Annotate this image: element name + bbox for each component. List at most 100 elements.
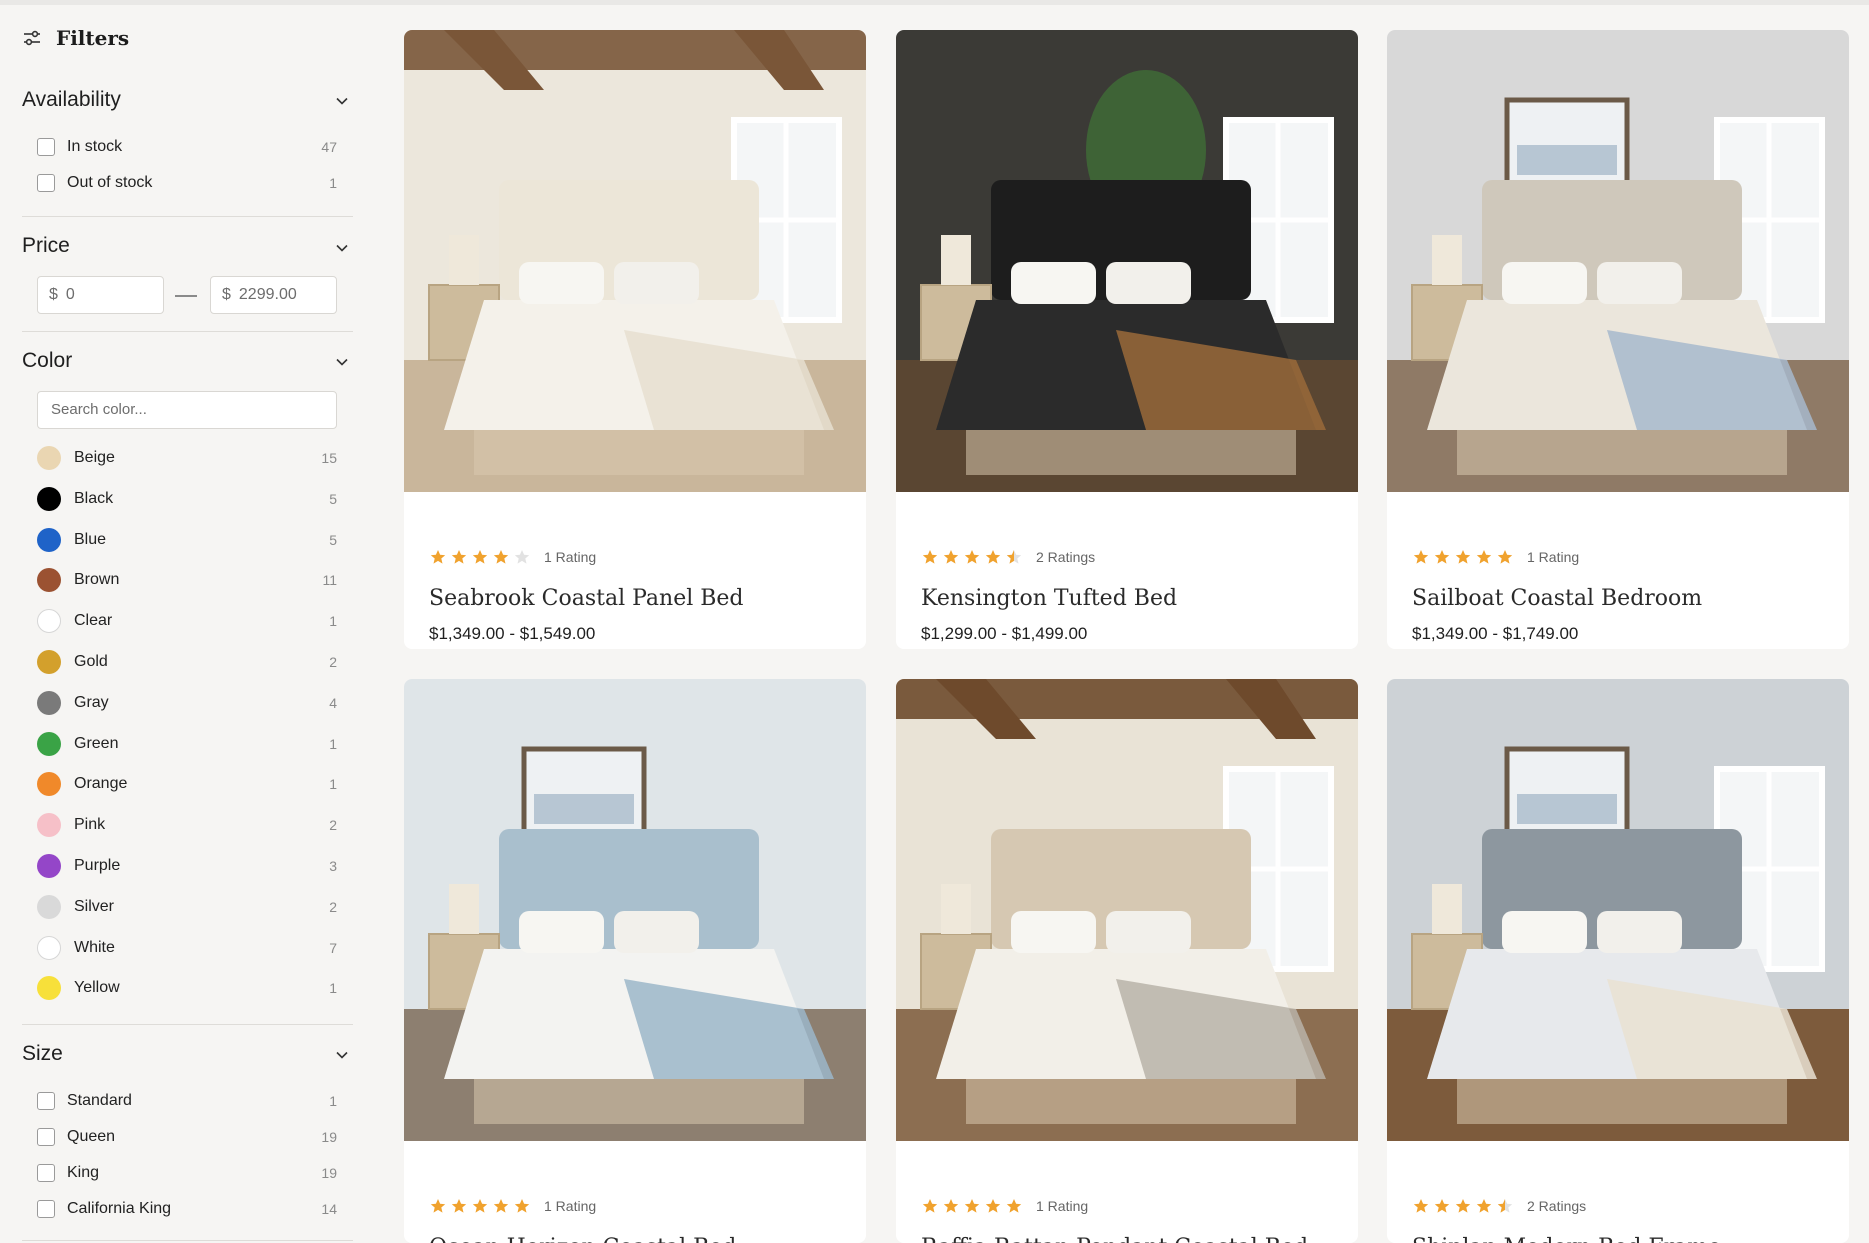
option-count: 19 [321,1129,337,1145]
color-option-gray[interactable]: Gray 4 [37,689,337,717]
checkbox[interactable] [37,174,55,192]
product-image[interactable] [404,30,866,492]
color-option-yellow[interactable]: Yellow 1 [37,974,337,1002]
product-title[interactable]: Kensington Tufted Bed [921,586,1177,611]
product-card[interactable]: 1 Rating Raffia Rattan Pendant Coastal Be… [896,679,1358,1243]
color-option-brown[interactable]: Brown 11 [37,566,337,594]
chevron-down-icon[interactable] [334,93,350,109]
star-icon [1476,1199,1492,1213]
checkbox[interactable] [37,1092,55,1110]
option-count: 5 [329,531,337,548]
color-option-gold[interactable]: Gold 2 [37,648,337,676]
color-option-blue[interactable]: Blue 5 [37,526,337,554]
filters-sidebar: Filters Availability In stock 47 Out of … [0,0,360,1243]
product-image[interactable] [896,679,1358,1141]
product-price: $1,349.00 - $1,749.00 [1412,624,1579,643]
checkbox[interactable] [37,138,55,156]
product-card[interactable]: 2 Ratings Kensington Tufted Bed $1,299.00 … [896,30,1358,649]
color-option-black[interactable]: Black 5 [37,485,337,513]
product-image[interactable] [1387,30,1849,492]
color-swatch[interactable] [37,568,61,593]
star-icon [430,550,446,564]
option-label: Pink [74,816,106,834]
availability-option-out-of-stock[interactable]: Out of stock 1 [37,170,337,196]
size-option-standard[interactable]: Standard 1 [37,1088,337,1114]
product-image[interactable] [1387,679,1849,1141]
option-label: Yellow [74,979,120,997]
color-option-white[interactable]: White 7 [37,934,337,962]
option-label: Purple [74,857,121,874]
chevron-down-icon[interactable] [334,354,350,370]
star-icon [943,550,959,564]
rating-count: 1 Rating [1527,549,1580,565]
color-swatch[interactable] [37,486,61,511]
checkbox[interactable] [37,1128,55,1146]
color-search-input[interactable]: Search color... [37,391,337,429]
color-swatch[interactable] [37,446,61,470]
color-swatch[interactable] [37,854,61,878]
product-card[interactable]: 2 Ratings Shiplap Modern Bed Frame [1387,679,1849,1243]
color-option-purple[interactable]: Purple 3 [37,852,337,880]
price-range-dash [175,295,197,297]
availability-heading[interactable]: Availability [22,88,121,112]
color-swatch[interactable] [37,527,61,552]
size-option-queen[interactable]: Queen 19 [37,1124,337,1150]
color-swatch[interactable] [37,650,61,674]
filter-sliders-icon [24,30,40,46]
color-option-pink[interactable]: Pink 2 [37,811,337,839]
price-min-value: 0 [65,286,75,303]
color-swatch[interactable] [37,813,61,838]
product-card[interactable]: 1 Rating Seabrook Coastal Panel Bed $1,349… [404,30,866,649]
size-heading[interactable]: Size [22,1042,63,1066]
product-title[interactable]: Sailboat Coastal Bedroom [1412,586,1702,611]
star-icon [943,1199,959,1213]
product-image[interactable] [896,30,1358,492]
color-swatch[interactable] [37,935,61,960]
color-swatch[interactable] [37,976,61,1001]
product-card[interactable]: 1 Rating Ocean Horizon Coastal Bed [404,679,866,1243]
star-icon [985,550,1001,564]
color-option-silver[interactable]: Silver 2 [37,893,337,921]
color-option-orange[interactable]: Orange 1 [37,770,337,798]
color-swatch[interactable] [37,731,61,756]
color-swatch[interactable] [37,690,61,715]
option-label: Queen [67,1128,116,1145]
product-title[interactable]: Seabrook Coastal Panel Bed [429,586,744,611]
product-title[interactable]: Ocean Horizon Coastal Bed [429,1235,736,1243]
option-label: Orange [74,775,128,793]
availability-option-in-stock[interactable]: In stock 47 [37,134,337,160]
option-count: 1 [329,735,337,752]
product-card[interactable]: 1 Rating Sailboat Coastal Bedroom $1,349.0… [1387,30,1849,649]
price-heading[interactable]: Price [22,234,70,258]
chevron-down-icon[interactable] [334,1047,350,1063]
product-price: $1,299.00 - $1,499.00 [921,624,1088,643]
star-icon [451,550,467,564]
star-rating: 2 Ratings [922,548,1095,566]
product-image[interactable] [404,679,866,1141]
star-icon [1476,550,1492,564]
color-swatch[interactable] [37,609,61,634]
option-count: 47 [321,139,337,155]
price-max-input[interactable]: $ 2299.00 [210,276,337,314]
color-heading[interactable]: Color [22,349,72,373]
option-label: California King [67,1200,172,1217]
star-icon [472,1199,488,1213]
option-label: Out of stock [67,174,153,191]
size-option-king[interactable]: King 19 [37,1160,337,1186]
divider [22,216,353,217]
chevron-down-icon[interactable] [334,240,350,256]
product-title[interactable]: Shiplap Modern Bed Frame [1412,1235,1721,1243]
color-option-green[interactable]: Green 1 [37,730,337,758]
checkbox[interactable] [37,1200,55,1218]
checkbox[interactable] [37,1164,55,1182]
size-option-california-king[interactable]: California King 14 [37,1196,337,1222]
option-label: Gold [74,653,108,670]
price-min-input[interactable]: $ 0 [37,276,164,314]
color-option-clear[interactable]: Clear 1 [37,607,337,635]
color-option-beige[interactable]: Beige 15 [37,444,337,472]
product-title[interactable]: Raffia Rattan Pendant Coastal Bed [921,1235,1308,1243]
color-swatch[interactable] [37,894,61,919]
star-icon [922,550,938,564]
star-icon [1434,1199,1450,1213]
color-swatch[interactable] [37,772,61,797]
